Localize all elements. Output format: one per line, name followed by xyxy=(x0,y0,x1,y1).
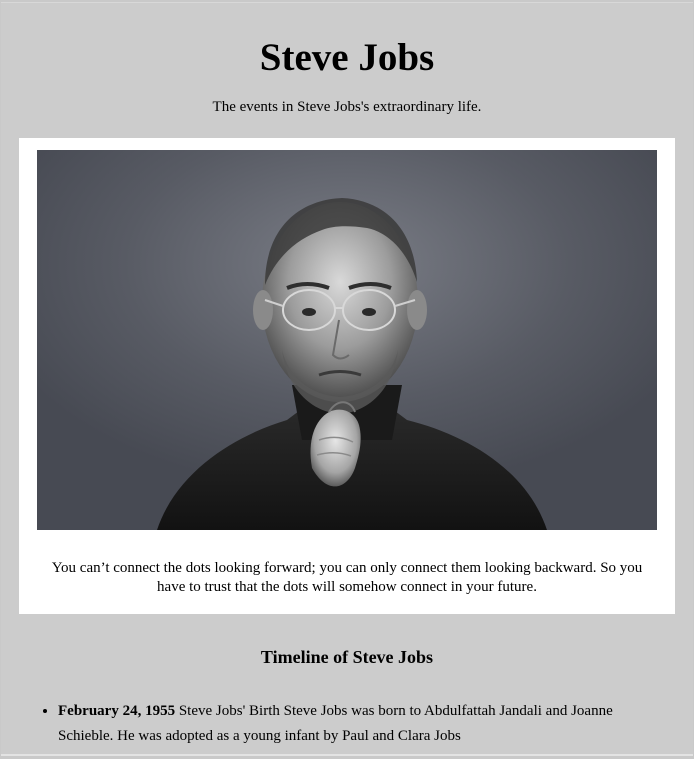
quote-text: You can’t connect the dots looking forwa… xyxy=(51,560,643,595)
timeline-item-date: February 24, 1955 xyxy=(58,703,176,719)
page-bottom-edge xyxy=(1,754,693,756)
page-container: Steve Jobs The events in Steve Jobs's ex… xyxy=(1,2,693,756)
timeline-item: February 24, 1955 Steve Jobs' Birth Stev… xyxy=(58,699,658,749)
image-card: You can’t connect the dots looking forwa… xyxy=(19,138,675,614)
steve-jobs-photo xyxy=(37,150,657,530)
timeline-heading: Timeline of Steve Jobs xyxy=(260,647,434,667)
portrait-illustration xyxy=(37,150,657,530)
page-title: Steve Jobs xyxy=(259,36,435,79)
page-subtitle: The events in Steve Jobs's extraordinary… xyxy=(212,99,482,115)
timeline-list: February 24, 1955 Steve Jobs' Birth Stev… xyxy=(19,699,658,749)
